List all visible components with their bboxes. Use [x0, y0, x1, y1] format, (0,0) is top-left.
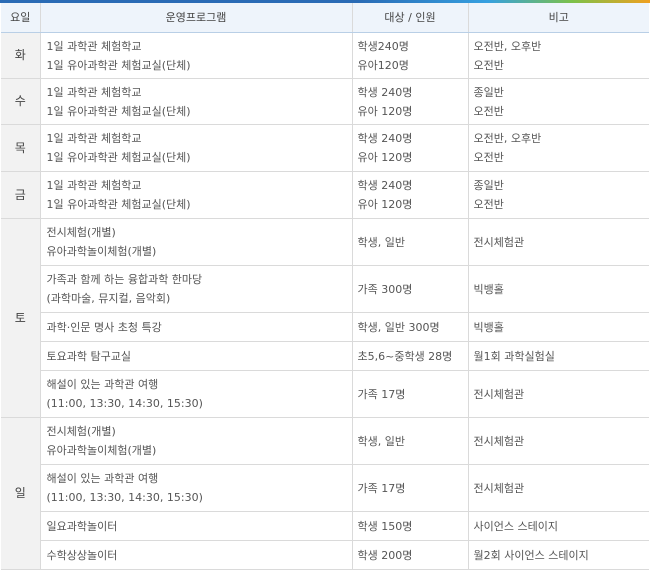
table-row: 해설이 있는 과학관 여행 (11:00, 13:30, 14:30, 15:30… [1, 464, 649, 512]
day-cell-tuesday: 화 [1, 32, 41, 79]
program-cell: 과학·인문 명사 초청 특강 [40, 312, 353, 342]
day-cell-wednesday: 수 [1, 78, 41, 125]
target-cell: 학생 200명 [352, 540, 469, 570]
table-header-row: 요일 운영프로그램 대상 / 인원 비고 [1, 3, 649, 33]
program-cell: 1일 과학관 체험학교 1일 유아과학관 체험교실(단체) [40, 32, 353, 79]
note-cell: 사이언스 스테이지 [468, 511, 649, 541]
table-row: 화 1일 과학관 체험학교 1일 유아과학관 체험교실(단체) 학생240명 유아1… [1, 32, 649, 79]
program-cell: 해설이 있는 과학관 여행 (11:00, 13:30, 14:30, 15:30… [40, 464, 353, 512]
program-cell: 토요과학 탐구교실 [40, 341, 353, 371]
header-program: 운영프로그램 [40, 3, 353, 33]
note-cell: 전시체험관 [468, 370, 649, 418]
note-cell: 빅뱅홀 [468, 312, 649, 342]
note-cell: 종일반 오전반 [468, 78, 649, 125]
target-cell: 학생, 일반 [352, 218, 469, 266]
program-cell: 1일 과학관 체험학교 1일 유아과학관 체험교실(단체) [40, 124, 353, 172]
target-cell: 학생, 일반 300명 [352, 312, 469, 342]
note-cell: 오전반, 오후반 오전반 [468, 32, 649, 79]
program-cell: 전시체험(개별) 유아과학놀이체험(개별) [40, 218, 353, 266]
note-cell: 전시체험관 [468, 218, 649, 266]
table-row: 목 1일 과학관 체험학교 1일 유아과학관 체험교실(단체) 학생 240명 유아… [1, 124, 649, 172]
note-cell: 종일반 오전반 [468, 171, 649, 219]
program-cell: 해설이 있는 과학관 여행 (11:00, 13:30, 14:30, 15:30… [40, 370, 353, 418]
note-cell: 전시체험관 [468, 417, 649, 465]
program-cell: 1일 과학관 체험학교 1일 유아과학관 체험교실(단체) [40, 171, 353, 219]
day-cell-sunday: 일 [1, 417, 41, 570]
program-cell: 수학상상놀이터 [40, 540, 353, 570]
target-cell: 학생 150명 [352, 511, 469, 541]
table-row: 수학상상놀이터 학생 200명 월2회 사이언스 스테이지 [1, 540, 649, 570]
header-day: 요일 [1, 3, 41, 33]
table-row: 토요과학 탐구교실 초5,6~중학생 28명 월1회 과학실험실 [1, 341, 649, 371]
table-row: 과학·인문 명사 초청 특강 학생, 일반 300명 빅뱅홀 [1, 312, 649, 342]
day-cell-saturday: 토 [1, 218, 41, 418]
target-cell: 학생 240명 유아 120명 [352, 124, 469, 172]
day-cell-friday: 금 [1, 171, 41, 219]
target-cell: 학생240명 유아120명 [352, 32, 469, 79]
target-cell: 가족 17명 [352, 464, 469, 512]
table-row: 해설이 있는 과학관 여행 (11:00, 13:30, 14:30, 15:30… [1, 370, 649, 418]
table-row: 일요과학놀이터 학생 150명 사이언스 스테이지 [1, 511, 649, 541]
day-cell-thursday: 목 [1, 124, 41, 172]
target-cell: 가족 17명 [352, 370, 469, 418]
schedule-page: 요일 운영프로그램 대상 / 인원 비고 화 1일 과학관 체험학교 1일 유아과… [0, 0, 650, 575]
note-cell: 월1회 과학실험실 [468, 341, 649, 371]
table-row: 가족과 함께 하는 융합과학 한마당 (과학마술, 뮤지컬, 음악회) 가족 30… [1, 265, 649, 313]
target-cell: 학생, 일반 [352, 417, 469, 465]
table-row: 일 전시체험(개별) 유아과학놀이체험(개별) 학생, 일반 전시체험관 [1, 417, 649, 570]
note-cell: 빅뱅홀 [468, 265, 649, 313]
program-cell: 1일 과학관 체험학교 1일 유아과학관 체험교실(단체) [40, 78, 353, 125]
table-row: 금 1일 과학관 체험학교 1일 유아과학관 체험교실(단체) 학생 240명 유아… [1, 171, 649, 219]
table-row: 토 전시체험(개별) 유아과학놀이체험(개별) 학생, 일반 전시체험관 [1, 218, 649, 418]
target-cell: 초5,6~중학생 28명 [352, 341, 469, 371]
note-cell: 전시체험관 [468, 464, 649, 512]
table-row: 수 1일 과학관 체험학교 1일 유아과학관 체험교실(단체) 학생 240명 유아… [1, 78, 649, 125]
target-cell: 학생 240명 유아 120명 [352, 171, 469, 219]
program-cell: 일요과학놀이터 [40, 511, 353, 541]
note-cell: 월2회 사이언스 스테이지 [468, 540, 649, 570]
target-cell: 가족 300명 [352, 265, 469, 313]
program-cell: 가족과 함께 하는 융합과학 한마당 (과학마술, 뮤지컬, 음악회) [40, 265, 353, 313]
program-cell: 전시체험(개별) 유아과학놀이체험(개별) [40, 417, 353, 465]
target-cell: 학생 240명 유아 120명 [352, 78, 469, 125]
program-schedule-table: 요일 운영프로그램 대상 / 인원 비고 화 1일 과학관 체험학교 1일 유아과… [1, 3, 649, 570]
header-note: 비고 [468, 3, 649, 33]
note-cell: 오전반, 오후반 오전반 [468, 124, 649, 172]
header-target: 대상 / 인원 [352, 3, 469, 33]
